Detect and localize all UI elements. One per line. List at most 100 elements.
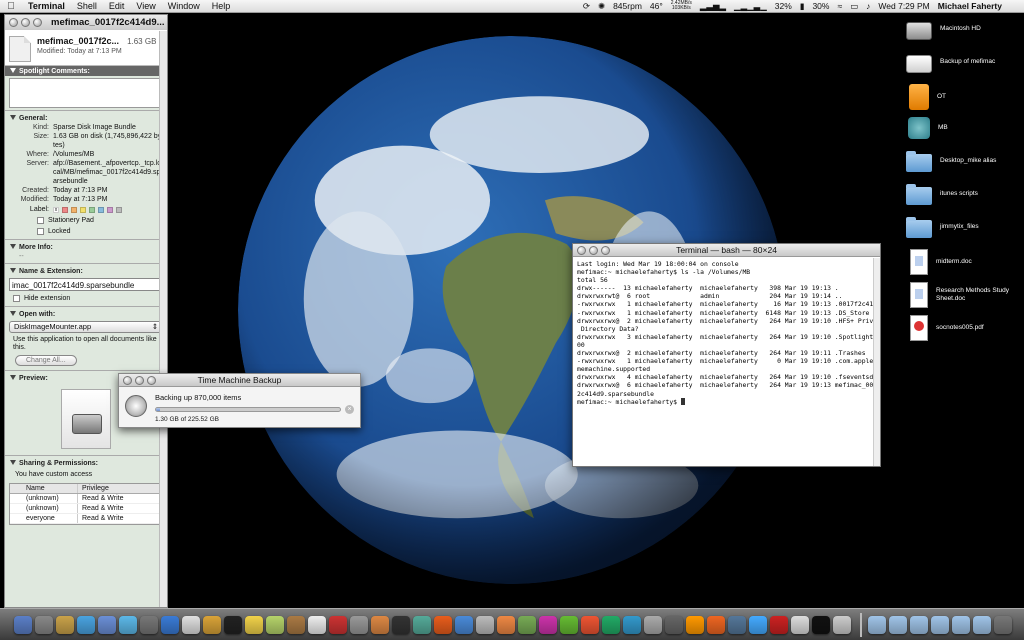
clock[interactable]: Wed 7:29 PM: [874, 0, 933, 12]
dock-app-icon[interactable]: [623, 615, 641, 634]
desktop-item[interactable]: Research Methods Study Sheet.doc: [906, 282, 1024, 308]
dock-app-icon[interactable]: [560, 615, 578, 634]
zoom-button[interactable]: [33, 18, 42, 27]
apple-menu-icon[interactable]: : [0, 1, 22, 12]
menu-edit[interactable]: Edit: [103, 0, 131, 12]
desktop-item[interactable]: Backup of mefimac: [906, 51, 1024, 73]
network-speed[interactable]: 2.42MB/s 103KB/s: [667, 0, 696, 12]
dock-app-icon[interactable]: [329, 615, 347, 634]
terminal-output[interactable]: Last login: Wed Mar 19 18:00:04 on conso…: [573, 257, 880, 466]
column-header-name[interactable]: Name: [10, 484, 78, 493]
spotlight-comments-header[interactable]: Spotlight Comments:: [5, 66, 167, 76]
dock-app-icon[interactable]: [455, 615, 473, 634]
dock-app-icon[interactable]: [119, 615, 137, 634]
dock-app-icon[interactable]: [140, 615, 158, 634]
volume-icon[interactable]: ♪: [862, 0, 874, 12]
sharing-permissions-header[interactable]: Sharing & Permissions:: [5, 458, 167, 468]
dock-app-icon[interactable]: [728, 615, 746, 634]
dock-app-icon[interactable]: [35, 615, 53, 634]
dock-app-icon[interactable]: [224, 615, 242, 634]
user-name[interactable]: Michael Faherty: [934, 0, 1024, 12]
sync-icon[interactable]: ⟳: [579, 0, 594, 12]
dock-app-icon[interactable]: [350, 615, 368, 634]
dock-app-icon[interactable]: [889, 615, 907, 634]
dock-app-icon[interactable]: [203, 615, 221, 634]
dock-app-icon[interactable]: [308, 615, 326, 634]
fan-speed[interactable]: 845rpm: [609, 0, 646, 12]
minimize-button[interactable]: [21, 18, 30, 27]
open-with-header[interactable]: Open with:: [5, 309, 167, 319]
dock-app-icon[interactable]: [707, 615, 725, 634]
info-window-scrollbar[interactable]: [159, 31, 167, 607]
label-swatch-red[interactable]: [62, 206, 68, 213]
dock-app-icon[interactable]: [833, 615, 851, 634]
wifi-icon[interactable]: ≈: [833, 0, 846, 12]
dock-app-icon[interactable]: [581, 615, 599, 634]
network-graph-icon[interactable]: ▂▃▅▂: [696, 0, 730, 12]
dock-app-icon[interactable]: [77, 615, 95, 634]
desktop-item[interactable]: OT: [906, 84, 1024, 110]
dock-app-icon[interactable]: [952, 615, 970, 634]
dock-app-icon[interactable]: [14, 615, 32, 634]
column-header-privilege[interactable]: Privilege: [78, 484, 162, 493]
stationery-pad-checkbox[interactable]: Stationery Pad: [5, 215, 167, 226]
desktop-item[interactable]: jimmytix_files: [906, 216, 1024, 238]
label-swatch-gray[interactable]: [116, 206, 122, 213]
temperature[interactable]: 46°: [646, 0, 667, 12]
dock-app-icon[interactable]: [770, 615, 788, 634]
dock-app-icon[interactable]: [812, 615, 830, 634]
desktop-item[interactable]: Desktop_mike alias: [906, 150, 1024, 172]
dock-app-icon[interactable]: [434, 615, 452, 634]
desktop-item[interactable]: Macintosh HD: [906, 18, 1024, 40]
spotlight-comments-field[interactable]: [9, 78, 163, 108]
more-info-header[interactable]: More Info:: [5, 242, 167, 252]
stop-backup-icon[interactable]: ×: [345, 405, 354, 414]
dock-app-icon[interactable]: [994, 615, 1012, 634]
activity-graph-icon[interactable]: ▁▂▁▃▁: [730, 0, 771, 12]
dock-app-icon[interactable]: [910, 615, 928, 634]
menu-help[interactable]: Help: [206, 0, 237, 12]
menu-view[interactable]: View: [130, 0, 161, 12]
dock-app-icon[interactable]: [98, 615, 116, 634]
dock-app-icon[interactable]: [644, 615, 662, 634]
dock-app-icon[interactable]: [973, 615, 991, 634]
name-extension-field[interactable]: imac_0017f2c414d9.sparsebundle: [9, 278, 163, 291]
label-swatch-yellow[interactable]: [80, 206, 86, 213]
menu-app-name[interactable]: Terminal: [22, 0, 71, 12]
dock-app-icon[interactable]: [245, 615, 263, 634]
dock-app-icon[interactable]: [518, 615, 536, 634]
fan-icon[interactable]: ✺: [594, 0, 609, 12]
locked-checkbox[interactable]: Locked: [5, 226, 167, 237]
desktop-item[interactable]: socnotes005.pdf: [906, 315, 1024, 341]
dock-app-icon[interactable]: [539, 615, 557, 634]
dock-app-icon[interactable]: [371, 615, 389, 634]
hide-extension-checkbox[interactable]: Hide extension: [5, 293, 167, 304]
battery-percent[interactable]: 30%: [808, 0, 833, 12]
general-section-header[interactable]: General:: [5, 113, 167, 123]
permission-privilege[interactable]: Read & Write: [78, 504, 162, 513]
dock-app-icon[interactable]: [392, 615, 410, 634]
cpu-usage[interactable]: 32%: [771, 0, 796, 12]
dock-app-icon[interactable]: [602, 615, 620, 634]
label-swatch-green[interactable]: [89, 206, 95, 213]
table-row[interactable]: (unknown) Read & Write: [10, 504, 162, 514]
display-icon[interactable]: ▭: [846, 0, 862, 12]
close-button[interactable]: [9, 18, 18, 27]
no-label-swatch[interactable]: x: [53, 206, 59, 213]
terminal-titlebar[interactable]: Terminal — bash — 80×24: [573, 244, 880, 257]
table-row[interactable]: (unknown) Read & Write: [10, 494, 162, 504]
label-swatch-blue[interactable]: [98, 206, 104, 213]
dock-app-icon[interactable]: [791, 615, 809, 634]
dock-app-icon[interactable]: [266, 615, 284, 634]
dock-app-icon[interactable]: [56, 615, 74, 634]
dock-app-icon[interactable]: [413, 615, 431, 634]
dock-app-icon[interactable]: [665, 615, 683, 634]
desktop-item[interactable]: itunes scripts: [906, 183, 1024, 205]
dock-app-icon[interactable]: [476, 615, 494, 634]
name-extension-header[interactable]: Name & Extension:: [5, 266, 167, 276]
desktop-item[interactable]: midterm.doc: [906, 249, 1024, 275]
desktop-item[interactable]: MB: [906, 117, 1024, 139]
dock-app-icon[interactable]: [686, 615, 704, 634]
change-all-button[interactable]: Change All...: [15, 355, 77, 366]
info-window-titlebar[interactable]: mefimac_0017f2c414d9...: [5, 15, 167, 31]
